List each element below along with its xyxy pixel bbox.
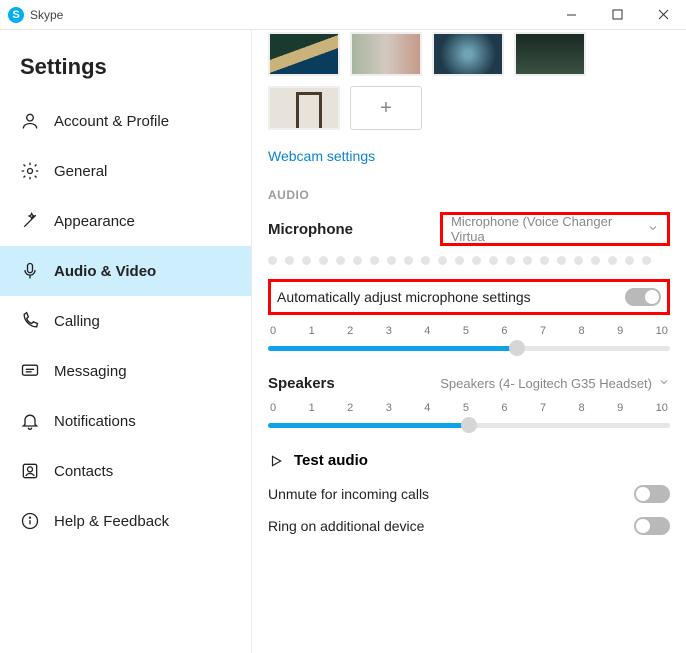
microphone-slider: 012345678910: [268, 325, 670, 357]
minimize-button[interactable]: [548, 0, 594, 30]
sidebar-item-label: Calling: [54, 313, 100, 330]
speakers-device-select[interactable]: Speakers (4- Logitech G35 Headset): [440, 376, 670, 391]
wand-icon: [20, 211, 40, 231]
sidebar-item-label: Help & Feedback: [54, 513, 169, 530]
settings-heading: Settings: [0, 54, 251, 96]
close-button[interactable]: [640, 0, 686, 30]
maximize-button[interactable]: [594, 0, 640, 30]
sidebar-item-audio-video[interactable]: Audio & Video: [0, 246, 251, 296]
skype-icon: S: [8, 7, 24, 23]
play-icon: [268, 453, 284, 469]
background-thumb[interactable]: [432, 32, 504, 76]
sidebar-item-appearance[interactable]: Appearance: [0, 196, 251, 246]
speakers-label: Speakers: [268, 375, 335, 392]
audio-section-label: AUDIO: [268, 188, 670, 202]
auto-adjust-row-highlight: Automatically adjust microphone settings: [268, 279, 670, 315]
gear-icon: [20, 161, 40, 181]
phone-icon: [20, 311, 40, 331]
auto-adjust-toggle[interactable]: [625, 288, 661, 306]
speakers-device-value: Speakers (4- Logitech G35 Headset): [440, 376, 652, 391]
sidebar-item-label: General: [54, 163, 107, 180]
plus-icon: +: [380, 97, 392, 120]
background-thumbnails: [268, 32, 670, 76]
bell-icon: [20, 411, 40, 431]
sidebar: Settings Account & Profile General Appea…: [0, 30, 252, 653]
ring-toggle[interactable]: [634, 517, 670, 535]
background-thumb[interactable]: [268, 32, 340, 76]
auto-adjust-label: Automatically adjust microphone settings: [277, 289, 531, 305]
ring-label: Ring on additional device: [268, 518, 424, 534]
sidebar-item-notifications[interactable]: Notifications: [0, 396, 251, 446]
speakers-slider: 012345678910: [268, 402, 670, 434]
background-thumb[interactable]: [514, 32, 586, 76]
mic-icon: [20, 261, 40, 281]
sidebar-item-contacts[interactable]: Contacts: [0, 446, 251, 496]
speakers-slider-knob[interactable]: [461, 417, 477, 433]
chevron-down-icon: [647, 222, 659, 237]
app-title: Skype: [30, 8, 63, 22]
sidebar-item-label: Contacts: [54, 463, 113, 480]
unmute-label: Unmute for incoming calls: [268, 486, 429, 502]
message-icon: [20, 361, 40, 381]
sidebar-item-calling[interactable]: Calling: [0, 296, 251, 346]
titlebar: S Skype: [0, 0, 686, 30]
slider-ticks: 012345678910: [268, 402, 670, 414]
test-audio-button[interactable]: Test audio: [268, 452, 670, 469]
sidebar-item-general[interactable]: General: [0, 146, 251, 196]
info-icon: [20, 511, 40, 531]
microphone-slider-knob[interactable]: [509, 340, 525, 356]
microphone-label: Microphone: [268, 221, 353, 238]
sidebar-item-label: Appearance: [54, 213, 135, 230]
contacts-icon: [20, 461, 40, 481]
mic-level-indicator: [268, 256, 670, 265]
chevron-down-icon: [658, 376, 670, 391]
sidebar-item-label: Account & Profile: [54, 113, 169, 130]
sidebar-item-label: Messaging: [54, 363, 127, 380]
microphone-device-value: Microphone (Voice Changer Virtua: [451, 214, 647, 244]
test-audio-label: Test audio: [294, 452, 368, 469]
background-thumb[interactable]: [350, 32, 422, 76]
person-icon: [20, 111, 40, 131]
sidebar-item-help[interactable]: Help & Feedback: [0, 496, 251, 546]
slider-ticks: 012345678910: [268, 325, 670, 337]
sidebar-item-messaging[interactable]: Messaging: [0, 346, 251, 396]
sidebar-item-account[interactable]: Account & Profile: [0, 96, 251, 146]
add-background-button[interactable]: +: [350, 86, 422, 130]
unmute-toggle[interactable]: [634, 485, 670, 503]
microphone-device-select[interactable]: Microphone (Voice Changer Virtua: [440, 212, 670, 246]
content-panel: + Webcam settings AUDIO Microphone Micro…: [252, 30, 686, 653]
sidebar-item-label: Notifications: [54, 413, 136, 430]
background-thumb[interactable]: [268, 86, 340, 130]
sidebar-item-label: Audio & Video: [54, 263, 156, 280]
webcam-settings-link[interactable]: Webcam settings: [268, 148, 375, 164]
